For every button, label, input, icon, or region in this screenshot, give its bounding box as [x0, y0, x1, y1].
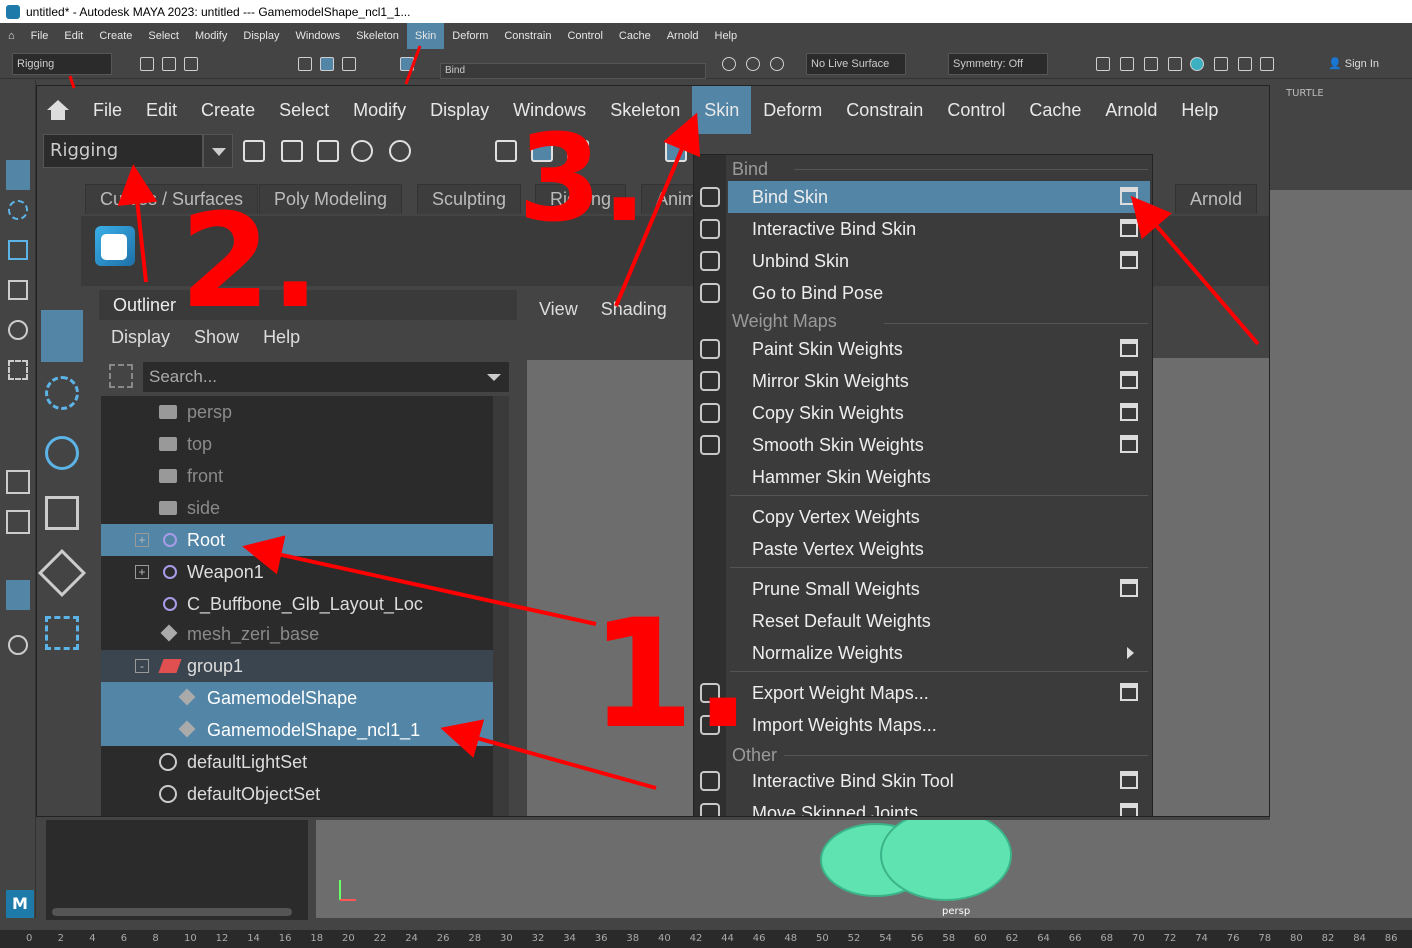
annotation-arrows: [68, 45, 1260, 790]
arrow-back-rigging: [68, 75, 76, 89]
arrow-to-root: [242, 535, 597, 626]
arrow-to-mesh: [440, 719, 657, 790]
arrow-to-skin-menu: [614, 112, 701, 307]
arrow-to-rigging: [117, 164, 158, 283]
arrow-to-bind-skin-options: [1130, 195, 1260, 346]
arrow-back-skin: [404, 45, 422, 85]
